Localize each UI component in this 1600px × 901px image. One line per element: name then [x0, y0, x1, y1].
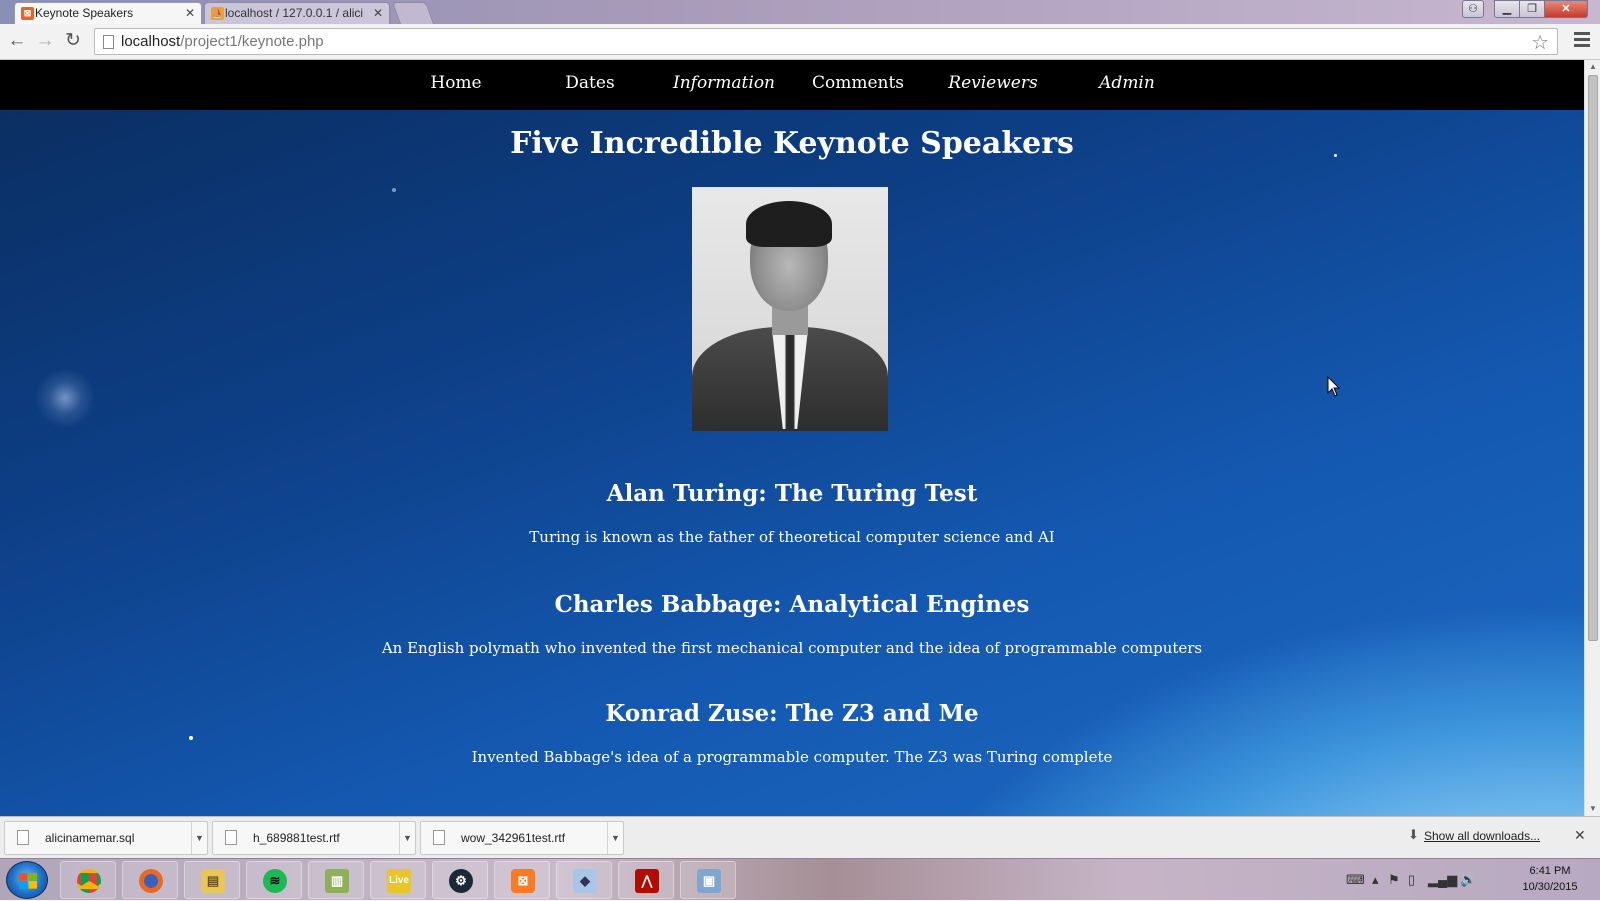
show-hidden-icons-icon[interactable]: ▴	[1372, 872, 1379, 888]
taskbar-xampp[interactable]: ⊠	[494, 861, 550, 899]
clock-date: 10/30/2015	[1522, 881, 1578, 893]
windows-logo-icon	[19, 873, 37, 889]
site-navigation: Home Dates Information Comments Reviewer…	[0, 60, 1584, 110]
nav-reviewers[interactable]: Reviewers	[933, 73, 1053, 93]
page-viewport: Home Dates Information Comments Reviewer…	[0, 60, 1584, 816]
acrobat-icon: ⋀	[635, 869, 659, 893]
spotify-icon: ≋	[263, 869, 287, 893]
download-menu-caret-icon[interactable]: ▼	[399, 822, 415, 854]
vertical-scrollbar[interactable]: ▲ ▼	[1584, 60, 1600, 816]
nav-dates[interactable]: Dates	[530, 73, 650, 93]
taskbar-spotify[interactable]: ≋	[246, 861, 302, 899]
speaker-description: Turing is known as the father of theoret…	[529, 528, 1055, 546]
user-profile-icon[interactable]: ⚇	[1462, 0, 1484, 18]
close-download-shelf-icon[interactable]: ✕	[1574, 827, 1586, 844]
live-icon: Live	[387, 869, 411, 893]
clock-time: 6:41 PM	[1529, 865, 1571, 877]
page-title: Five Incredible Keynote Speakers	[510, 126, 1074, 161]
bookmark-star-icon[interactable]: ☆	[1531, 30, 1549, 55]
taskbar-firefox[interactable]	[122, 861, 178, 899]
phpmyadmin-favicon-icon: ⛵	[211, 7, 224, 20]
speaker-description: An English polymath who invented the fir…	[381, 639, 1203, 657]
download-menu-caret-icon[interactable]: ▼	[607, 822, 623, 854]
action-center-flag-icon[interactable]: ⚑	[1388, 872, 1400, 888]
tab-title: Keynote Speakers	[35, 6, 134, 20]
download-filename: h_689881test.rtf	[253, 831, 340, 845]
tab-title: localhost / 127.0.0.1 / alici	[225, 6, 364, 20]
firefox-icon	[139, 869, 163, 893]
start-button[interactable]	[6, 861, 48, 899]
window-close-icon[interactable]: ✕	[1544, 0, 1588, 18]
url-host: localhost	[121, 33, 181, 50]
taskbar-virtualbox[interactable]: ◆	[556, 861, 612, 899]
tab-phpmyadmin[interactable]: ⛵ localhost / 127.0.0.1 / alici ✕	[204, 2, 390, 24]
remote-desktop-icon: ▣	[697, 869, 721, 893]
folder-icon: ▤	[201, 869, 225, 893]
nav-information[interactable]: Information	[664, 73, 784, 93]
back-arrow-icon[interactable]: ←	[6, 30, 28, 52]
show-all-downloads-link[interactable]: Show all downloads...	[1424, 829, 1540, 843]
network-signal-icon[interactable]: ▂▄▆	[1428, 872, 1457, 888]
minimize-icon[interactable]: ▁	[1494, 0, 1520, 18]
scroll-down-icon[interactable]: ▼	[1585, 802, 1600, 816]
url-path: /project1/keynote.php	[180, 33, 324, 50]
address-bar[interactable]: localhost/project1/keynote.php ☆	[94, 28, 1558, 55]
tab-close-icon[interactable]: ✕	[185, 3, 195, 23]
taskbar-steam[interactable]: ⚙	[432, 861, 488, 899]
download-item[interactable]: wow_342961test.rtf ▼	[420, 821, 624, 855]
chrome-icon	[77, 869, 101, 893]
nav-comments[interactable]: Comments	[798, 73, 918, 93]
taskbar-spreadsheet[interactable]: ▥	[308, 861, 364, 899]
taskbar-remote-desktop[interactable]: ▣	[680, 861, 736, 899]
download-menu-caret-icon[interactable]: ▼	[191, 822, 207, 854]
download-filename: alicinamemar.sql	[45, 831, 135, 845]
taskbar-chrome[interactable]	[60, 861, 116, 899]
spreadsheet-icon: ▥	[325, 869, 349, 893]
download-item[interactable]: alicinamemar.sql ▼	[4, 821, 208, 855]
speaker-portrait-image	[692, 187, 888, 431]
speaker-title: Charles Babbage: Analytical Engines	[554, 591, 1030, 618]
taskbar-acrobat[interactable]: ⋀	[618, 861, 674, 899]
page-icon	[103, 35, 114, 49]
reload-icon[interactable]: ↻	[62, 30, 84, 52]
scrollbar-thumb[interactable]	[1588, 75, 1598, 641]
virtualbox-icon: ◆	[573, 869, 597, 893]
volume-icon[interactable]: 🔊	[1460, 872, 1476, 888]
forward-arrow-icon[interactable]: →	[34, 30, 56, 52]
taskbar-file-explorer[interactable]: ▤	[184, 861, 240, 899]
speaker-title: Alan Turing: The Turing Test	[606, 480, 978, 507]
browser-tab-strip: ⊠ Keynote Speakers ✕ ⛵ localhost / 127.0…	[0, 0, 1600, 24]
browser-menu-icon[interactable]	[1574, 32, 1590, 50]
download-arrow-icon: ⬇	[1408, 827, 1419, 842]
file-icon	[17, 830, 29, 845]
keyboard-icon[interactable]: ⌨	[1346, 872, 1365, 888]
url-text: localhost/project1/keynote.php	[121, 33, 324, 50]
taskbar-live[interactable]: Live	[370, 861, 426, 899]
speaker-title: Konrad Zuse: The Z3 and Me	[605, 700, 979, 727]
background-star	[189, 736, 193, 740]
download-filename: wow_342961test.rtf	[461, 831, 566, 845]
xampp-favicon-icon: ⊠	[21, 7, 34, 20]
nav-admin[interactable]: Admin	[1067, 73, 1187, 93]
download-item[interactable]: h_689881test.rtf ▼	[212, 821, 416, 855]
power-icon[interactable]: ▯	[1408, 872, 1415, 888]
system-clock[interactable]: 6:41 PM 10/30/2015	[1510, 863, 1590, 895]
tab-keynote-speakers[interactable]: ⊠ Keynote Speakers ✕	[14, 2, 202, 24]
nav-home[interactable]: Home	[396, 73, 516, 93]
scroll-up-icon[interactable]: ▲	[1585, 60, 1600, 74]
restore-icon[interactable]: ❐	[1519, 0, 1545, 18]
new-tab-button[interactable]	[391, 2, 435, 24]
download-shelf: alicinamemar.sql ▼ h_689881test.rtf ▼ wo…	[0, 816, 1600, 858]
steam-icon: ⚙	[449, 869, 473, 893]
xampp-icon: ⊠	[511, 869, 535, 893]
tab-close-icon[interactable]: ✕	[373, 3, 383, 23]
file-icon	[433, 830, 445, 845]
browser-toolbar: ← → ↻ localhost/project1/keynote.php ☆	[0, 24, 1600, 60]
windows-taskbar: ▤ ≋ ▥ Live ⚙ ⊠ ◆ ⋀ ▣ ⌨ ▴ ⚑ ▯ ▂▄▆ 🔊 6:41 …	[0, 858, 1600, 900]
background-star	[392, 188, 396, 192]
mouse-cursor-icon	[1327, 376, 1341, 397]
speaker-description: Invented Babbage's idea of a programmabl…	[471, 748, 1113, 766]
file-icon	[225, 830, 237, 845]
